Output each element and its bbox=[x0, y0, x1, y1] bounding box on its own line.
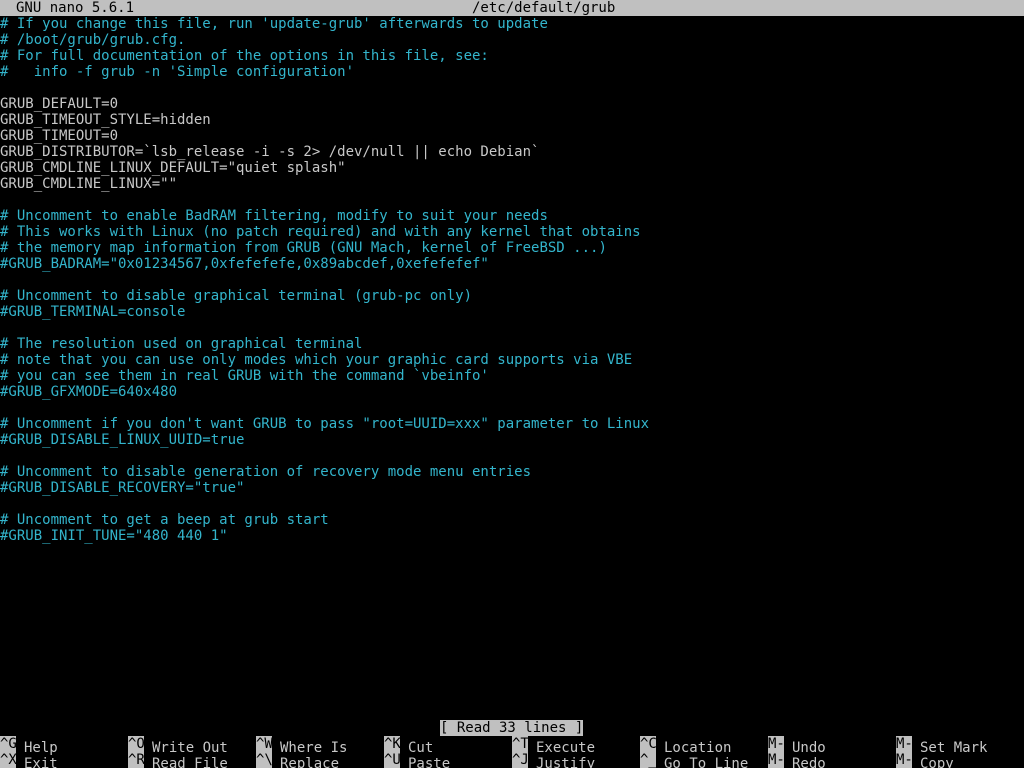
blank-line[interactable] bbox=[0, 320, 1024, 336]
shortcut-key: ^R bbox=[128, 752, 144, 768]
shortcut-label: Go To Line bbox=[664, 756, 749, 768]
shortcut-replace[interactable]: ^\ Replace bbox=[256, 752, 339, 768]
shortcut-label: Exit bbox=[24, 756, 58, 768]
shortcut-key: ^J bbox=[512, 752, 528, 768]
comment-line[interactable]: # This works with Linux (no patch requir… bbox=[0, 224, 1024, 240]
comment-line[interactable]: #GRUB_DISABLE_LINUX_UUID=true bbox=[0, 432, 1024, 448]
comment-line[interactable]: # info -f grub -n 'Simple configuration' bbox=[0, 64, 1024, 80]
blank-line[interactable] bbox=[0, 448, 1024, 464]
shortcut-key: ^W bbox=[256, 736, 272, 752]
shortcut-paste[interactable]: ^U Paste bbox=[384, 752, 450, 768]
comment-line[interactable]: # note that you can use only modes which… bbox=[0, 352, 1024, 368]
config-line[interactable]: GRUB_TIMEOUT_STYLE=hidden bbox=[0, 112, 1024, 128]
comment-line[interactable]: #GRUB_TERMINAL=console bbox=[0, 304, 1024, 320]
comment-line[interactable]: # Uncomment to disable generation of rec… bbox=[0, 464, 1024, 480]
comment-line[interactable]: #GRUB_INIT_TUNE="480 440 1" bbox=[0, 528, 1024, 544]
shortcut-write-out[interactable]: ^O Write Out bbox=[128, 736, 228, 756]
blank-line[interactable] bbox=[0, 496, 1024, 512]
shortcut-key: M-U bbox=[768, 736, 784, 752]
shortcut-key: ^K bbox=[384, 736, 400, 752]
shortcut-key: M-A bbox=[896, 736, 912, 752]
app-version: GNU nano 5.6.1 bbox=[16, 0, 135, 16]
shortcut-read-file[interactable]: ^R Read File bbox=[128, 752, 228, 768]
shortcut-key: M-E bbox=[768, 752, 784, 768]
shortcut-key: ^C bbox=[640, 736, 656, 752]
shortcut-help[interactable]: ^G Help bbox=[0, 736, 58, 756]
shortcut-copy[interactable]: M-6 Copy bbox=[896, 752, 954, 768]
shortcut-location[interactable]: ^C Location bbox=[640, 736, 731, 756]
blank-line[interactable] bbox=[0, 192, 1024, 208]
shortcut-key: ^_ bbox=[640, 752, 656, 768]
config-line[interactable]: GRUB_TIMEOUT=0 bbox=[0, 128, 1024, 144]
blank-line[interactable] bbox=[0, 272, 1024, 288]
shortcut-key: ^T bbox=[512, 736, 528, 752]
comment-line[interactable]: # the memory map information from GRUB (… bbox=[0, 240, 1024, 256]
comment-line[interactable]: #GRUB_GFXMODE=640x480 bbox=[0, 384, 1024, 400]
shortcut-bar-row1: ^G Help ^O Write Out ^W Where Is ^K Cut ^T Execut… bbox=[0, 736, 1024, 756]
nano-terminal-window: GNU nano 5.6.1 /etc/default/grub # If yo… bbox=[0, 0, 1024, 768]
shortcut-bar-row2: ^X Exit ^R Read File ^\ Replace ^U Paste ^J Justi… bbox=[0, 752, 1024, 768]
config-line[interactable]: GRUB_CMDLINE_LINUX_DEFAULT="quiet splash… bbox=[0, 160, 1024, 176]
comment-line[interactable]: # For full documentation of the options … bbox=[0, 48, 1024, 64]
comment-line[interactable]: # Uncomment to disable graphical termina… bbox=[0, 288, 1024, 304]
shortcut-exit[interactable]: ^X Exit bbox=[0, 752, 58, 768]
comment-line[interactable]: # Uncomment if you don't want GRUB to pa… bbox=[0, 416, 1024, 432]
shortcut-redo[interactable]: M-E Redo bbox=[768, 752, 826, 768]
shortcut-label: Paste bbox=[408, 756, 451, 768]
blank-line[interactable] bbox=[0, 80, 1024, 96]
blank-line[interactable] bbox=[0, 400, 1024, 416]
comment-line[interactable]: # Uncomment to get a beep at grub start bbox=[0, 512, 1024, 528]
file-path: /etc/default/grub bbox=[472, 0, 616, 16]
shortcut-label: Copy bbox=[920, 756, 954, 768]
shortcut-label: Read File bbox=[152, 756, 228, 768]
status-message: [ Read 33 lines ] bbox=[440, 720, 584, 736]
comment-line[interactable]: # you can see them in real GRUB with the… bbox=[0, 368, 1024, 384]
shortcut-cut[interactable]: ^K Cut bbox=[384, 736, 433, 756]
comment-line[interactable]: #GRUB_DISABLE_RECOVERY="true" bbox=[0, 480, 1024, 496]
comment-line[interactable]: # /boot/grub/grub.cfg. bbox=[0, 32, 1024, 48]
shortcut-undo[interactable]: M-UUndo bbox=[768, 736, 826, 756]
comment-line[interactable]: # Uncomment to enable BadRAM filtering, … bbox=[0, 208, 1024, 224]
config-line[interactable]: GRUB_DEFAULT=0 bbox=[0, 96, 1024, 112]
shortcut-set-mark[interactable]: M-ASet Mark bbox=[896, 736, 987, 756]
comment-line[interactable]: # The resolution used on graphical termi… bbox=[0, 336, 1024, 352]
comment-line[interactable]: # If you change this file, run 'update-g… bbox=[0, 16, 1024, 32]
shortcut-label: Replace bbox=[280, 756, 340, 768]
shortcut-label: Redo bbox=[792, 756, 826, 768]
shortcut-key: ^X bbox=[0, 752, 16, 768]
shortcut-where-is[interactable]: ^W Where Is bbox=[256, 736, 347, 756]
shortcut-go-to-line[interactable]: ^_ Go To Line bbox=[640, 752, 748, 768]
status-bar: [ Read 33 lines ] bbox=[0, 720, 1024, 736]
comment-line[interactable]: #GRUB_BADRAM="0x01234567,0xfefefefe,0x89… bbox=[0, 256, 1024, 272]
shortcut-key: M-6 bbox=[896, 752, 912, 768]
config-line[interactable]: GRUB_DISTRIBUTOR=`lsb_release -i -s 2> /… bbox=[0, 144, 1024, 160]
shortcut-key: ^G bbox=[0, 736, 16, 752]
shortcut-key: ^U bbox=[384, 752, 400, 768]
config-line[interactable]: GRUB_CMDLINE_LINUX="" bbox=[0, 176, 1024, 192]
shortcut-key: ^O bbox=[128, 736, 144, 752]
shortcut-key: ^\ bbox=[256, 752, 272, 768]
editor-text-area[interactable]: # If you change this file, run 'update-g… bbox=[0, 16, 1024, 720]
shortcut-justify[interactable]: ^J Justify bbox=[512, 752, 595, 768]
shortcut-label: Justify bbox=[536, 756, 596, 768]
shortcut-execute[interactable]: ^T Execute bbox=[512, 736, 595, 756]
title-bar: GNU nano 5.6.1 /etc/default/grub bbox=[0, 0, 1024, 16]
